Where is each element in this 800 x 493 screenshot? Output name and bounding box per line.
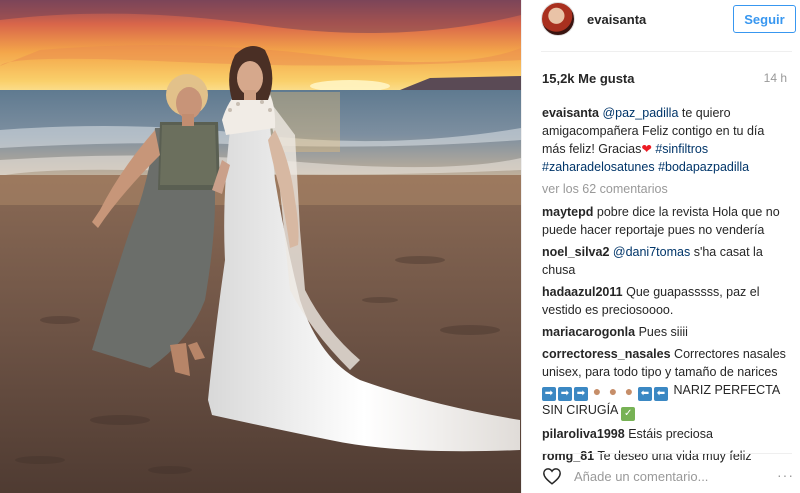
nose-icon: ● — [592, 383, 602, 399]
likes-count[interactable]: 15,2k Me gusta — [542, 71, 635, 86]
hashtag[interactable]: #sinfiltros — [655, 142, 708, 156]
right-arrow-icon: ➡ — [542, 387, 556, 401]
comment-username[interactable]: maytepd — [542, 205, 593, 219]
hashtag[interactable]: #bodapazpadilla — [658, 160, 749, 174]
comments-list: evaisanta @paz_padilla te quiero amigaco… — [542, 104, 788, 469]
left-arrow-icon: ⬅ — [638, 387, 652, 401]
post-photo[interactable] — [0, 0, 521, 493]
comment-username[interactable]: noel_silva2 — [542, 245, 609, 259]
comment: correctoress_nasales Correctores nasales… — [542, 345, 788, 421]
comment-bar: ··· — [522, 453, 800, 493]
post-header: evaisanta Seguir — [522, 0, 800, 40]
follow-button[interactable]: Seguir — [733, 5, 796, 33]
header-username[interactable]: evaisanta — [587, 12, 646, 27]
view-more-comments[interactable]: ver los 62 comentarios — [542, 180, 788, 198]
comment-username[interactable]: correctoress_nasales — [542, 347, 671, 361]
comment-text: Estáis preciosa — [628, 427, 713, 441]
post-time[interactable]: 14 h — [764, 71, 787, 85]
right-arrow-icon: ➡ — [558, 387, 572, 401]
comment: maytepd pobre dice la revista Hola que n… — [542, 203, 788, 239]
comment: pilaroliva1998 Estáis preciosa — [542, 425, 788, 443]
comment: mariacarogonla Pues siiii — [542, 323, 788, 341]
comment-text: Pues siiii — [638, 325, 688, 339]
comment-username[interactable]: pilaroliva1998 — [542, 427, 625, 441]
comment-mention[interactable]: @dani7tomas — [613, 245, 690, 259]
left-arrow-icon: ⬅ — [654, 387, 668, 401]
more-options-icon[interactable]: ··· — [777, 467, 794, 483]
post-sidebar: evaisanta Seguir 15,2k Me gusta 14 h eva… — [521, 0, 800, 493]
red-heart-icon: ❤ — [641, 142, 652, 156]
caption-username[interactable]: evaisanta — [542, 106, 599, 120]
instagram-post: evaisanta Seguir 15,2k Me gusta 14 h eva… — [0, 0, 800, 493]
check-icon: ✓ — [621, 407, 636, 421]
caption: evaisanta @paz_padilla te quiero amigaco… — [542, 104, 788, 176]
comment-input[interactable] — [574, 467, 774, 485]
comment: hadaazul2011 Que guapasssss, paz el vest… — [542, 283, 788, 319]
divider — [541, 51, 792, 52]
avatar[interactable] — [541, 2, 575, 36]
caption-mention[interactable]: @paz_padilla — [602, 106, 678, 120]
heart-icon[interactable] — [542, 467, 562, 485]
hashtag[interactable]: #zaharadelosatunes — [542, 160, 655, 174]
nose-icon: ● — [608, 383, 618, 399]
comment: noel_silva2 @dani7tomas s'ha casat la ch… — [542, 243, 788, 279]
nose-icon: ● — [624, 383, 634, 399]
right-arrow-icon: ➡ — [574, 387, 588, 401]
comment-username[interactable]: hadaazul2011 — [542, 285, 623, 299]
comment-username[interactable]: mariacarogonla — [542, 325, 635, 339]
